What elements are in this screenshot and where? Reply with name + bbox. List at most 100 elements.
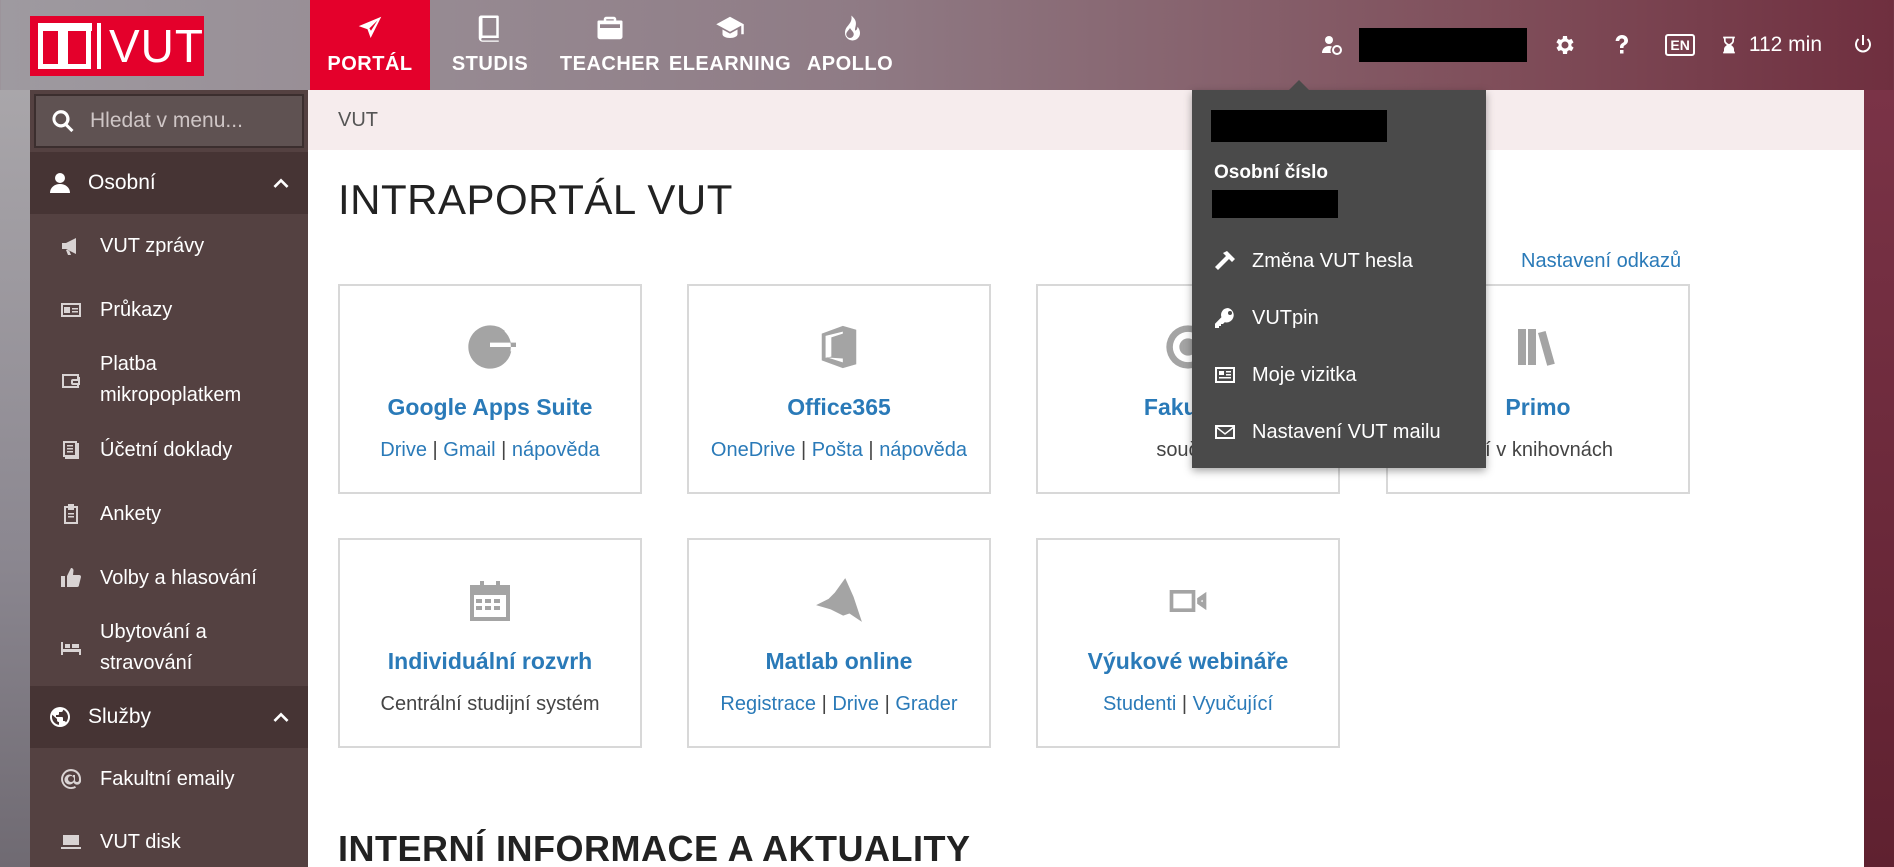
tile-title[interactable]: Individuální rozvrh [388, 648, 592, 675]
user-settings-icon[interactable] [1317, 25, 1347, 65]
user-icon [50, 173, 70, 193]
nav-studis-label: STUDIS [451, 53, 529, 75]
tile-google-apps: Google Apps Suite Drive | Gmail | nápově… [338, 284, 642, 494]
link-gmail[interactable]: Gmail [443, 439, 495, 461]
search-icon [52, 110, 74, 133]
background-left [0, 90, 30, 867]
link-registrace[interactable]: Registrace [720, 693, 816, 715]
sidebar-section-osobni[interactable]: Osobní [30, 152, 308, 214]
google-icon [468, 325, 516, 369]
tile-title[interactable]: Office365 [787, 394, 891, 421]
dropdown-item-moje-vizitka[interactable]: Moje vizitka [1212, 360, 1356, 390]
background-right [1864, 90, 1894, 867]
at-icon [61, 769, 82, 789]
user-name-redacted[interactable] [1359, 28, 1528, 62]
nav-portal-label: PORTÁL [327, 53, 413, 75]
language-label: EN [1665, 34, 1695, 56]
dropdown-item-label: Nastavení VUT mailu [1252, 420, 1441, 443]
sidebar-search-box[interactable] [34, 94, 304, 148]
tile-title[interactable]: Matlab online [766, 648, 913, 675]
sidebar-section-label: Osobní [88, 171, 156, 194]
link-drive[interactable]: Drive [832, 693, 879, 715]
sidebar-item-ucetni-doklady[interactable]: Účetní doklady [30, 418, 308, 482]
vut-logo-separator [97, 23, 101, 69]
flame-icon [845, 15, 860, 41]
business-card-icon [1215, 367, 1235, 383]
wallet-icon [62, 374, 80, 388]
nav-apollo-label: APOLLO [806, 53, 894, 75]
link-settings-link[interactable]: Nastavení odkazů [1521, 250, 1681, 273]
sidebar-item-ubytovani[interactable]: Ubytování a stravování [30, 610, 308, 686]
personal-number-redacted [1212, 190, 1338, 218]
link-onedrive[interactable]: OneDrive [711, 439, 795, 461]
dropdown-item-label: VUTpin [1252, 306, 1319, 329]
link-grader[interactable]: Grader [895, 693, 957, 715]
sidebar-item-label: Fakultní emaily [100, 767, 235, 790]
tile-office365: Office365 OneDrive | Pošta | nápověda [687, 284, 991, 494]
tile-title[interactable]: Primo [1505, 394, 1570, 421]
sidebar-item-platba[interactable]: Platba mikropoplatkem [30, 342, 308, 418]
link-posta[interactable]: Pošta [812, 439, 863, 461]
tile-title[interactable]: Výukové webináře [1088, 648, 1289, 675]
globe-icon [50, 707, 70, 727]
dropdown-item-nastaveni-mailu[interactable]: Nastavení VUT mailu [1212, 417, 1441, 447]
search-input[interactable] [90, 109, 290, 133]
vut-logo[interactable]: VUT [30, 16, 204, 76]
dropdown-item-label: Moje vizitka [1252, 363, 1357, 386]
calendar-icon [470, 581, 510, 621]
sidebar-item-vut-disk[interactable]: VUT disk [30, 810, 308, 867]
briefcase-icon [597, 16, 623, 40]
nav-apollo[interactable]: APOLLO [790, 0, 910, 90]
help-icon[interactable] [1607, 25, 1637, 65]
nav-elearning-label: ELEARNING [668, 53, 792, 75]
nav-elearning[interactable]: ELEARNING [668, 0, 792, 90]
session-timer[interactable]: 112 min [1719, 33, 1822, 57]
dropdown-item-label: Změna VUT hesla [1252, 249, 1413, 272]
main-nav: PORTÁL STUDIS TEACHER ELEARNING APOLLO [310, 0, 910, 90]
nav-studis[interactable]: STUDIS [430, 0, 550, 90]
tile-links: Drive | Gmail | nápověda [380, 439, 600, 461]
link-help[interactable]: nápověda [512, 439, 600, 461]
language-switch[interactable]: EN [1665, 25, 1695, 65]
sidebar-item-volby[interactable]: Volby a hlasování [30, 546, 308, 610]
nav-teacher[interactable]: TEACHER [550, 0, 670, 90]
link-drive[interactable]: Drive [380, 439, 427, 461]
top-toolbar: EN 112 min [1317, 0, 1894, 90]
dropdown-item-zmena-hesla[interactable]: Změna VUT hesla [1212, 246, 1413, 276]
tile-title[interactable]: Google Apps Suite [388, 394, 593, 421]
sidebar-item-fakultni-emaily[interactable]: Fakultní emaily [30, 748, 308, 810]
link-studenti[interactable]: Studenti [1103, 693, 1176, 715]
sidebar-item-label: VUT disk [100, 830, 181, 853]
tile-individualni-rozvrh: Individuální rozvrh Centrální studijní s… [338, 538, 642, 748]
dropdown-item-vutpin[interactable]: VUTpin [1212, 303, 1319, 333]
nav-portal[interactable]: PORTÁL [310, 0, 430, 90]
clipboard-icon [64, 504, 78, 524]
video-camera-icon [1169, 590, 1207, 612]
laptop-icon [61, 835, 81, 849]
sidebar-section-sluzby[interactable]: Služby [30, 686, 308, 748]
hammer-icon [1215, 251, 1235, 270]
sidebar-item-prukazy[interactable]: Průkazy [30, 278, 308, 342]
sidebar: Osobní VUT zprávy Průkazy Platba mikropo… [30, 90, 308, 867]
vut-logo-mark [38, 23, 93, 69]
envelope-icon [1215, 425, 1235, 439]
library-icon [1518, 329, 1555, 366]
link-help[interactable]: nápověda [879, 439, 967, 461]
sidebar-item-label: VUT zprávy [100, 234, 205, 257]
breadcrumb-item[interactable]: VUT [338, 109, 378, 132]
sidebar-item-vut-zpravy[interactable]: VUT zprávy [30, 214, 308, 278]
bed-icon [61, 642, 81, 655]
tile-vyukove-webinare: Výukové webináře Studenti | Vyučující [1036, 538, 1340, 748]
user-dropdown: Osobní číslo Změna VUT hesla VUTpin Moje… [1192, 80, 1486, 468]
matlab-icon [816, 578, 862, 622]
link-vyucujici[interactable]: Vyučující [1193, 693, 1273, 715]
vut-logo-text: VUT [109, 20, 204, 72]
sidebar-item-ankety[interactable]: Ankety [30, 482, 308, 546]
gear-icon[interactable] [1549, 25, 1579, 65]
book-icon [478, 15, 499, 42]
top-bar: VUT PORTÁL STUDIS TEACHER ELEARNING APOL… [0, 0, 1894, 90]
receipt-icon [63, 441, 79, 459]
sidebar-item-label: Volby a hlasování [100, 566, 257, 589]
power-icon[interactable] [1848, 25, 1878, 65]
key-icon [1215, 308, 1234, 328]
